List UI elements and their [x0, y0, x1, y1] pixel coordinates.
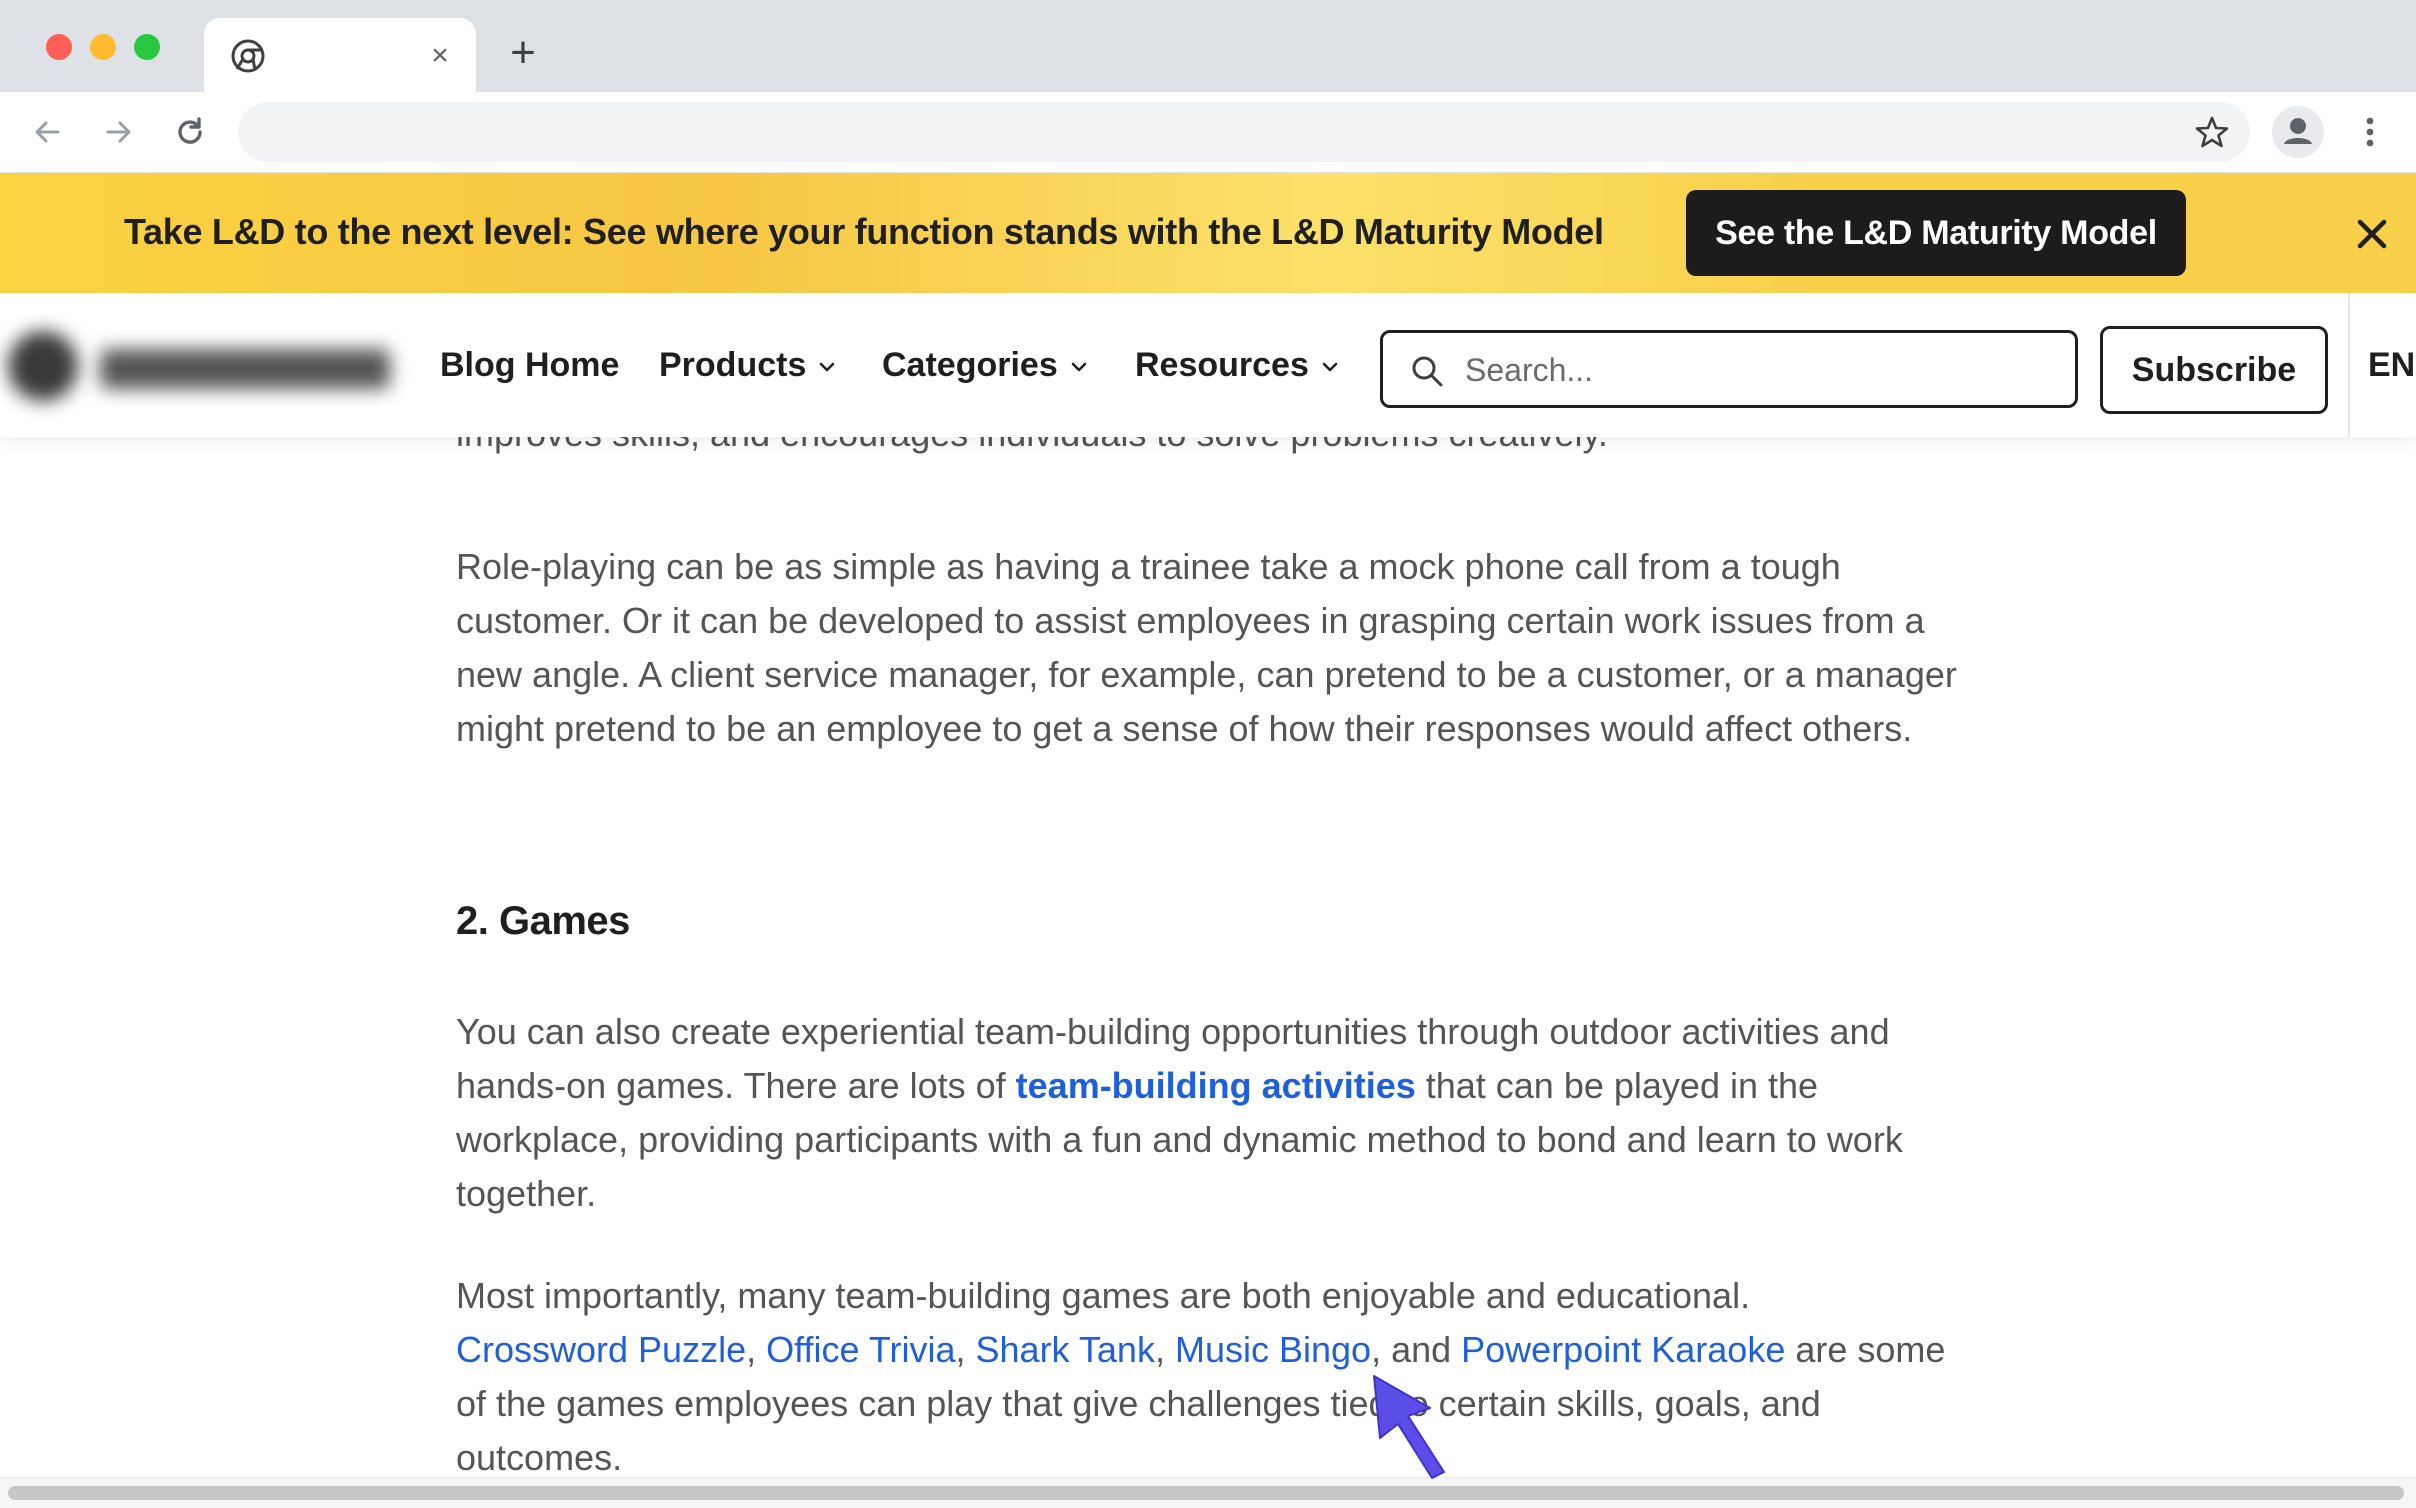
- close-window-button[interactable]: [46, 34, 72, 60]
- maximize-window-button[interactable]: [134, 34, 160, 60]
- nav-products-label: Products: [659, 346, 807, 384]
- reload-icon[interactable]: [168, 110, 212, 154]
- new-tab-button[interactable]: +: [500, 30, 546, 76]
- nav-products[interactable]: Products: [659, 293, 838, 437]
- browser-tab[interactable]: ×: [204, 18, 476, 92]
- search-box[interactable]: [1380, 330, 2078, 408]
- paragraph-role-playing: Role-playing can be as simple as having …: [456, 546, 1957, 749]
- nav-resources-label: Resources: [1135, 346, 1309, 384]
- bookmark-star-icon[interactable]: [2194, 114, 2230, 150]
- announcement-banner: Take L&D to the next level: See where yo…: [0, 173, 2416, 293]
- chevron-down-icon: [1322, 362, 1338, 372]
- chevron-down-icon: [820, 362, 835, 372]
- kebab-menu-icon[interactable]: [2348, 110, 2392, 154]
- paragraph-games-list-lead: Most importantly, many team-building gam…: [456, 1275, 1751, 1316]
- chrome-favicon-icon: [231, 39, 265, 73]
- browser-toolbar: [0, 92, 2416, 173]
- search-input[interactable]: [1463, 341, 2057, 399]
- profile-button[interactable]: [2272, 106, 2324, 158]
- separator: ,: [746, 1329, 767, 1370]
- horizontal-scrollbar[interactable]: [0, 1477, 2416, 1508]
- browser-tab-strip: × +: [0, 0, 2416, 92]
- link-shark-tank[interactable]: Shark Tank: [976, 1329, 1155, 1370]
- address-bar[interactable]: [238, 102, 2250, 162]
- site-logo[interactable]: [0, 323, 400, 413]
- site-header: Blog Home Products Categories Resources …: [0, 293, 2416, 437]
- banner-cta-button[interactable]: See the L&D Maturity Model: [1686, 190, 2186, 276]
- article-body: improves skills, and encourages individu…: [456, 437, 1976, 1477]
- conjunction: , and: [1371, 1329, 1462, 1370]
- paragraph-intro-tail: improves skills, and encourages individu…: [456, 437, 1976, 461]
- nav-categories-label: Categories: [882, 346, 1058, 384]
- link-music-bingo[interactable]: Music Bingo: [1175, 1329, 1371, 1370]
- paragraph-games: You can also create experiential team-bu…: [456, 1005, 1976, 1221]
- nav-resources[interactable]: Resources: [1135, 293, 1341, 437]
- nav-blog-home-label: Blog Home: [440, 346, 620, 384]
- subscribe-button[interactable]: Subscribe: [2100, 326, 2328, 414]
- link-powerpoint-karaoke[interactable]: Powerpoint Karaoke: [1461, 1329, 1785, 1370]
- separator: ,: [955, 1329, 976, 1370]
- back-arrow-icon[interactable]: [26, 110, 70, 154]
- link-crossword-puzzle[interactable]: Crossword Puzzle: [456, 1329, 746, 1370]
- chevron-down-icon: [1071, 362, 1087, 372]
- separator: ,: [1154, 1329, 1175, 1370]
- link-office-trivia[interactable]: Office Trivia: [766, 1329, 955, 1370]
- logo-wordmark: [100, 349, 390, 389]
- forward-arrow-icon[interactable]: [96, 110, 140, 154]
- banner-text: Take L&D to the next level: See where yo…: [124, 211, 1604, 252]
- section-heading-games: 2. Games: [456, 899, 630, 943]
- nav-categories[interactable]: Categories: [882, 293, 1090, 437]
- minimize-window-button[interactable]: [90, 34, 116, 60]
- nav-blog-home[interactable]: Blog Home: [440, 293, 619, 437]
- search-icon: [1412, 356, 1443, 387]
- banner-close-icon[interactable]: [2352, 214, 2392, 254]
- language-selector[interactable]: EN: [2348, 293, 2415, 437]
- tab-close-icon[interactable]: ×: [422, 38, 458, 74]
- scrollbar-thumb[interactable]: [8, 1486, 2404, 1500]
- mouse-pointer-icon: [1373, 1375, 1445, 1479]
- profile-icon: [2284, 118, 2312, 144]
- link-team-building-activities[interactable]: team-building activities: [1016, 1065, 1416, 1106]
- logo-mark: [8, 331, 78, 401]
- paragraph-games-list: Most importantly, many team-building gam…: [456, 1269, 1976, 1477]
